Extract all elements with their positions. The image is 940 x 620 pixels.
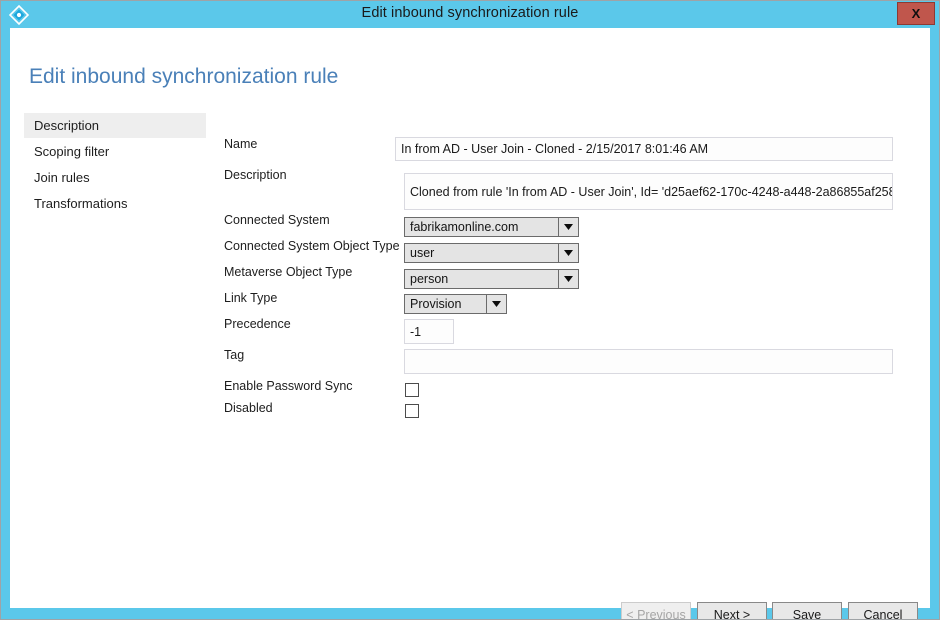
connected-system-object-type-value: user	[410, 246, 435, 260]
label-connected-system-object-type: Connected System Object Type	[224, 239, 400, 253]
enable-password-sync-checkbox[interactable]	[405, 383, 419, 397]
wizard-nav-list: Description Scoping filter Join rules Tr…	[24, 113, 206, 217]
connected-system-object-type-dropdown[interactable]: user	[404, 243, 579, 263]
window-title: Edit inbound synchronization rule	[361, 5, 579, 21]
label-link-type: Link Type	[224, 291, 278, 305]
name-input[interactable]	[395, 137, 893, 161]
page-title: Edit inbound synchronization rule	[29, 65, 339, 88]
precedence-input[interactable]	[404, 319, 454, 344]
label-precedence: Precedence	[224, 317, 291, 331]
chevron-down-icon	[558, 270, 578, 288]
chevron-down-icon	[558, 244, 578, 262]
disabled-checkbox[interactable]	[405, 404, 419, 418]
sidebar-item-transformations[interactable]: Transformations	[24, 191, 206, 216]
label-name: Name	[224, 137, 258, 151]
link-type-dropdown[interactable]: Provision	[404, 294, 507, 314]
cancel-button[interactable]: Cancel	[848, 602, 918, 619]
next-button[interactable]: Next >	[697, 602, 767, 619]
sidebar-item-scoping-filter[interactable]: Scoping filter	[24, 139, 206, 164]
save-button[interactable]: Save	[772, 602, 842, 619]
label-disabled: Disabled	[224, 401, 273, 415]
sidebar-item-description[interactable]: Description	[24, 113, 206, 138]
chevron-down-icon	[558, 218, 578, 236]
label-connected-system: Connected System	[224, 213, 330, 227]
connected-system-value: fabrikamonline.com	[410, 220, 519, 234]
close-button[interactable]: X	[897, 2, 935, 25]
previous-button[interactable]: < Previous	[621, 602, 691, 619]
edit-sync-rule-window: Edit inbound synchronization rule X Edit…	[0, 0, 940, 620]
client-area: Edit inbound synchronization rule Descri…	[10, 28, 930, 619]
label-metaverse-object-type: Metaverse Object Type	[224, 265, 353, 279]
title-bar: Edit inbound synchronization rule X	[1, 1, 939, 28]
chevron-down-icon	[486, 295, 506, 313]
label-tag: Tag	[224, 348, 245, 362]
label-enable-password-sync: Enable Password Sync	[224, 379, 353, 393]
metaverse-object-type-dropdown[interactable]: person	[404, 269, 579, 289]
label-description: Description	[224, 168, 287, 182]
description-textarea[interactable]: Cloned from rule 'In from AD - User Join…	[404, 173, 893, 210]
sidebar-item-join-rules[interactable]: Join rules	[24, 165, 206, 190]
connected-system-dropdown[interactable]: fabrikamonline.com	[404, 217, 579, 237]
tag-input[interactable]	[404, 349, 893, 374]
link-type-value: Provision	[410, 297, 462, 311]
metaverse-object-type-value: person	[410, 272, 449, 286]
